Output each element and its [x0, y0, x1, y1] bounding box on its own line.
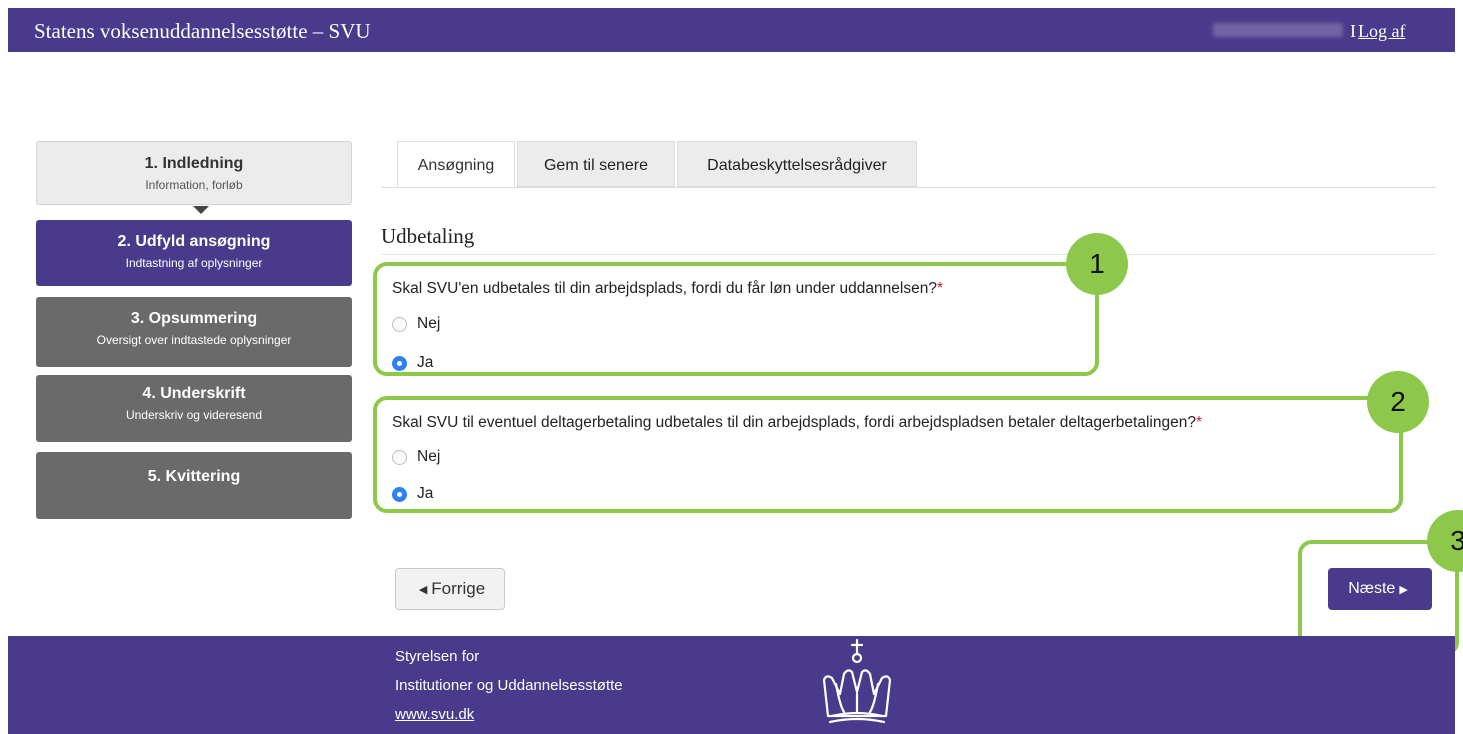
- top-bar: Statens voksenuddannelsesstøtte – SVU I …: [8, 8, 1455, 52]
- footer-org-line-1: Styrelsen for: [395, 648, 480, 665]
- current-step-arrow-icon: [193, 206, 209, 214]
- step-subtitle: Information, forløb: [145, 178, 243, 192]
- logout-link[interactable]: Log af: [1358, 21, 1405, 42]
- step-indledning[interactable]: 1. Indledning Information, forløb: [36, 141, 352, 205]
- step-title: 3. Opsummering: [130, 310, 258, 327]
- step-subtitle: Underskriv og videresend: [125, 408, 263, 422]
- highlight-box-2: [373, 396, 1403, 513]
- step-underskrift[interactable]: 4. Underskrift Underskriv og videresend: [36, 375, 352, 442]
- section-title: Udbetaling: [381, 224, 475, 248]
- tab-bar: Ansøgning Gem til senere Databeskyttelse…: [381, 141, 1436, 188]
- site-title: Statens voksenuddannelsesstøtte – SVU: [34, 19, 371, 43]
- crown-logo-icon: [822, 638, 892, 724]
- step-udfyld-ansogning[interactable]: 2. Udfyld ansøgning Indtastning af oplys…: [36, 220, 352, 286]
- previous-button-label: Forrige: [431, 579, 486, 598]
- step-subtitle: Indtastning af oplysninger: [125, 256, 263, 270]
- footer-org-line-2: Institutioner og Uddannelsesstøtte: [395, 677, 623, 694]
- footer: Styrelsen for Institutioner og Uddannels…: [8, 636, 1455, 734]
- user-name-blurred: [1213, 23, 1343, 37]
- step-opsummering[interactable]: 3. Opsummering Oversigt over indtastede …: [36, 297, 352, 367]
- annotation-badge-2: 2: [1367, 371, 1429, 433]
- step-subtitle: Oversigt over indtastede oplysninger: [96, 333, 292, 347]
- section-divider: [381, 254, 1436, 255]
- header-separator: I: [1350, 21, 1356, 41]
- tab-gem-til-senere[interactable]: Gem til senere: [517, 141, 675, 187]
- step-title: 2. Udfyld ansøgning: [117, 233, 271, 250]
- step-kvittering[interactable]: 5. Kvittering: [36, 452, 352, 519]
- step-title: 4. Underskrift: [142, 385, 246, 402]
- caret-left-icon: ◀: [418, 583, 428, 596]
- tab-ansogning[interactable]: Ansøgning: [397, 141, 515, 187]
- step-title: 5. Kvittering: [147, 468, 241, 485]
- tab-databeskyttelsesradgiver[interactable]: Databeskyttelsesrådgiver: [677, 141, 917, 187]
- step-title: 1. Indledning: [144, 155, 244, 172]
- highlight-box-1: [373, 262, 1099, 376]
- footer-website-link[interactable]: www.svu.dk: [395, 706, 474, 723]
- annotation-badge-1: 1: [1066, 233, 1128, 295]
- previous-button[interactable]: ◀ Forrige: [395, 568, 505, 610]
